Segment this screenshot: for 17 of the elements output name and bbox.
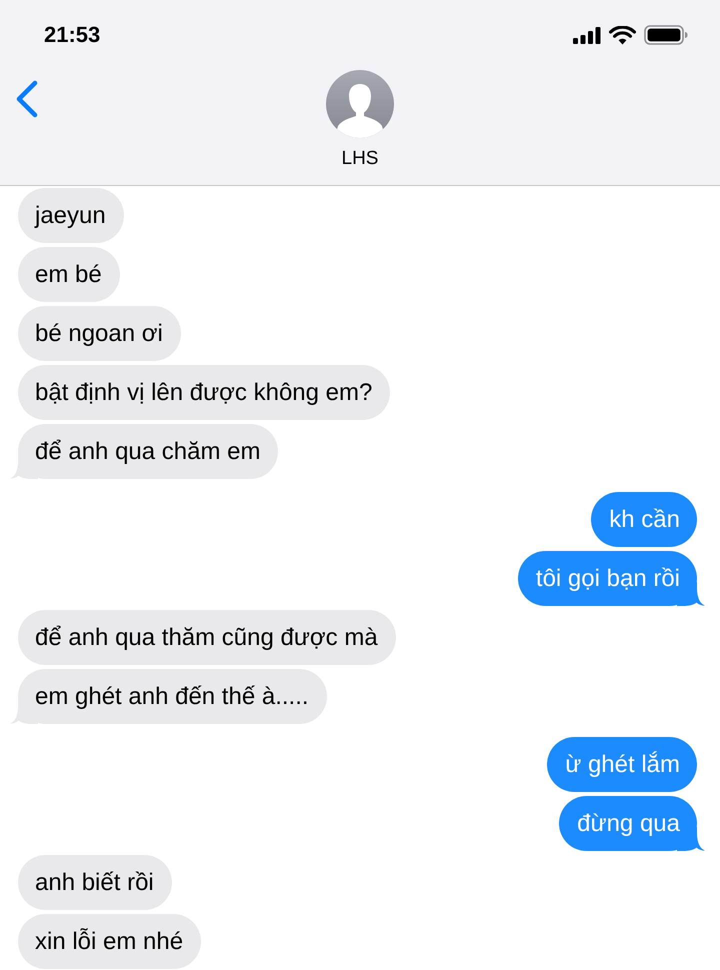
- person-silhouette-icon: [326, 70, 394, 138]
- message-bubble: ừ ghét lắm: [547, 737, 697, 792]
- message-bubble: em bé: [18, 247, 120, 302]
- wifi-icon: [609, 26, 636, 44]
- message-bubble: bé ngoan ơi: [18, 306, 181, 361]
- message-bubble: bật định vị lên được không em?: [18, 365, 390, 420]
- message-bubble: xin lỗi em nhé: [18, 914, 202, 969]
- signal-icon: [573, 26, 601, 44]
- message-bubble: jaeyun: [18, 188, 124, 243]
- status-time: 21:53: [44, 22, 100, 48]
- contact-button[interactable]: LHS: [326, 70, 394, 170]
- chevron-left-icon: [14, 80, 40, 118]
- back-button[interactable]: [14, 80, 40, 118]
- message-bubble: để anh qua thăm cũng được mà: [18, 610, 396, 665]
- battery-icon: [644, 25, 688, 45]
- message-bubble: anh biết rồi: [18, 855, 172, 910]
- message-bubble: kh cần: [591, 492, 697, 547]
